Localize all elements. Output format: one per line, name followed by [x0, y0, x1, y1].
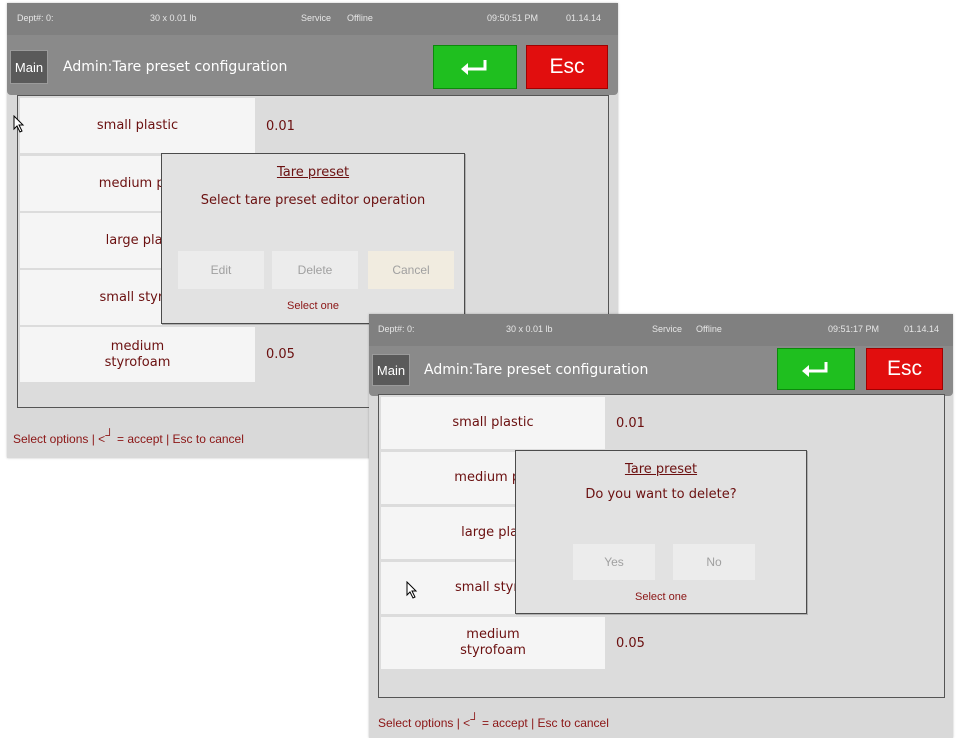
dialog-hint: Select one	[287, 300, 339, 312]
list-item-value: 0.05	[266, 347, 295, 362]
dialog-message: Select tare preset editor operation	[200, 193, 426, 208]
list-item-value: 0.05	[616, 636, 645, 651]
accept-button[interactable]	[433, 45, 517, 89]
scale-capacity: 30 x 0.01 lb	[506, 324, 553, 334]
connection-status: Offline	[347, 13, 373, 23]
yes-button[interactable]: Yes	[573, 544, 655, 580]
enter-arrow-icon	[461, 60, 487, 75]
list-item[interactable]: small plastic	[381, 397, 605, 449]
enter-symbol-icon: ┘	[105, 428, 114, 442]
title-bar: Main Admin:Tare preset configuration Esc	[369, 346, 953, 396]
mouse-cursor-icon	[406, 581, 418, 599]
page-title: Admin:Tare preset configuration	[424, 362, 649, 378]
delete-confirm-dialog: Tare preset Do you want to delete? Yes N…	[515, 450, 807, 614]
dialog-hint: Select one	[635, 591, 687, 603]
service-status: Service	[652, 324, 683, 334]
footer-hint: Select options | <┘ = accept | Esc to ca…	[13, 428, 244, 446]
scale-capacity: 30 x 0.01 lb	[150, 13, 197, 23]
status-bar: Dept#: 0: 30 x 0.01 lb Service Offline 0…	[7, 3, 618, 35]
service-status: Service	[301, 13, 332, 23]
dialog-title: Tare preset	[624, 462, 698, 477]
title-bar: Main Admin:Tare preset configuration Esc	[7, 35, 618, 95]
esc-button[interactable]: Esc	[866, 348, 943, 390]
mouse-cursor-icon	[13, 115, 25, 133]
enter-symbol-icon: ┘	[470, 712, 479, 726]
main-button[interactable]: Main	[372, 354, 410, 386]
main-button[interactable]: Main	[10, 50, 48, 84]
list-item[interactable]: medium styrofoam	[381, 617, 605, 669]
edit-button[interactable]: Edit	[178, 251, 264, 289]
page-title: Admin:Tare preset configuration	[63, 59, 288, 75]
status-bar: Dept#: 0: 30 x 0.01 lb Service Offline 0…	[369, 314, 953, 346]
esc-button[interactable]: Esc	[526, 45, 608, 89]
clock-time: 09:51:17 PM	[828, 324, 880, 334]
cancel-button[interactable]: Cancel	[368, 251, 454, 289]
clock-date: 01.14.14	[904, 324, 940, 334]
screen-second: Dept#: 0: 30 x 0.01 lb Service Offline 0…	[369, 314, 953, 738]
operation-dialog: Tare preset Select tare preset editor op…	[161, 153, 465, 324]
dept-label: Dept#: 0:	[17, 13, 54, 23]
delete-button[interactable]: Delete	[272, 251, 358, 289]
no-button[interactable]: No	[673, 544, 755, 580]
dialog-message: Do you want to delete?	[585, 487, 737, 502]
dialog-title: Tare preset	[276, 165, 350, 180]
footer-hint: Select options | <┘ = accept | Esc to ca…	[378, 712, 609, 730]
dept-label: Dept#: 0:	[378, 324, 415, 334]
list-item-value: 0.01	[616, 416, 645, 431]
clock-date: 01.14.14	[566, 13, 602, 23]
list-item-value: 0.01	[266, 119, 295, 134]
list-item[interactable]: small plastic	[20, 98, 255, 153]
enter-arrow-icon	[802, 362, 828, 377]
clock-time: 09:50:51 PM	[487, 13, 539, 23]
connection-status: Offline	[696, 324, 722, 334]
accept-button[interactable]	[777, 348, 855, 390]
list-item[interactable]: medium styrofoam	[20, 327, 255, 382]
